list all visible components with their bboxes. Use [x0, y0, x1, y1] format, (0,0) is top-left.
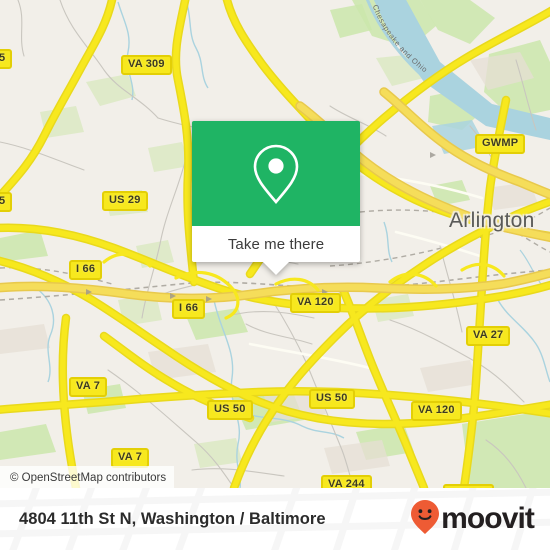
route-shield: VA 120 [290, 293, 341, 313]
route-shield: VA 27 [466, 326, 511, 346]
page-title: 4804 11th St N, Washington / Baltimore [19, 509, 326, 528]
card-marker-area [192, 121, 360, 226]
osm-attribution[interactable]: © OpenStreetMap contributors [0, 466, 175, 488]
route-shield: I 66 [69, 260, 103, 280]
location-callout-card[interactable]: Take me there [192, 121, 360, 275]
moovit-wordmark: moovit [441, 502, 535, 535]
map-pin-icon [249, 142, 303, 206]
map-screen: .w { fill:#aad3df; } .wl { fill:none; st… [0, 0, 550, 550]
footer-bar: 4804 11th St N, Washington / Baltimore m… [0, 488, 550, 550]
route-shield: US 29 [102, 191, 148, 211]
city-label-arlington: Arlington [449, 209, 535, 232]
card-pointer-tail [262, 261, 290, 275]
route-shield: 5 [0, 192, 13, 212]
route-shield: VA 7 [69, 377, 108, 397]
moovit-logo[interactable]: moovit [410, 499, 535, 540]
route-shield: GWMP [475, 134, 526, 154]
route-shield: VA 244 [321, 475, 372, 488]
moovit-smiley-pin-icon [410, 499, 440, 540]
map-canvas[interactable]: .w { fill:#aad3df; } .wl { fill:none; st… [0, 0, 550, 488]
card-action-area[interactable]: Take me there [192, 226, 360, 275]
route-shield: US 50 [207, 400, 253, 420]
route-shield: US 50 [309, 389, 355, 409]
route-shield: VA 7 [111, 448, 150, 468]
route-shield: VA 120 [411, 401, 462, 421]
route-shield: VA 309 [121, 55, 172, 75]
take-me-there-label: Take me there [227, 235, 325, 253]
route-shield: I 66 [172, 299, 206, 319]
route-shield: 5 [0, 49, 13, 69]
